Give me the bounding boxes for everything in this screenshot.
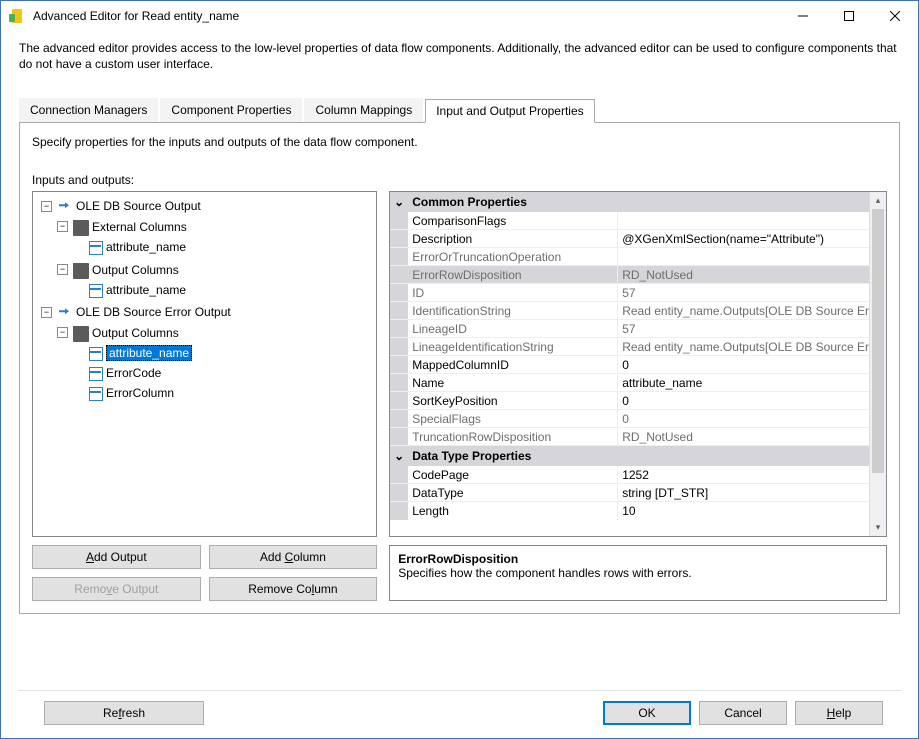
property-help-text: Specifies how the component handles rows… — [398, 566, 878, 580]
tree-node-output-columns[interactable]: − Output Columns — [55, 322, 374, 343]
property-grid[interactable]: ⌄ Common Properties ComparisonFlags Desc… — [389, 191, 887, 537]
tree-label: OLE DB Source Output — [76, 199, 201, 213]
minimize-button[interactable] — [780, 1, 826, 31]
tree-label: OLE DB Source Error Output — [76, 305, 231, 319]
prop-row[interactable]: CodePage1252 — [390, 466, 869, 484]
prop-row[interactable]: Length10 — [390, 502, 869, 520]
tree-label: ErrorColumn — [106, 386, 174, 400]
tree-label: ErrorCode — [106, 366, 161, 380]
tab-input-output-properties[interactable]: Input and Output Properties — [425, 99, 594, 123]
collapse-icon[interactable]: − — [57, 327, 68, 338]
scroll-thumb[interactable] — [872, 209, 884, 473]
add-column-button[interactable]: Add Column — [209, 545, 378, 569]
tab-subdescription: Specify properties for the inputs and ou… — [32, 133, 887, 167]
prop-row-selected[interactable]: ErrorRowDispositionRD_NotUsed — [390, 266, 869, 284]
refresh-button[interactable]: Refresh — [44, 701, 204, 725]
prop-row[interactable]: ComparisonFlags — [390, 212, 869, 230]
tab-column-mappings[interactable]: Column Mappings — [304, 98, 423, 122]
output-icon — [57, 304, 73, 320]
prop-row[interactable]: MappedColumnID0 — [390, 356, 869, 374]
tree-label: attribute_name — [106, 283, 186, 297]
prop-row[interactable]: Nameattribute_name — [390, 374, 869, 392]
column-icon — [87, 282, 103, 298]
prop-row: LineageIdentificationStringRead entity_n… — [390, 338, 869, 356]
titlebar: Advanced Editor for Read entity_name — [1, 1, 918, 31]
dialog-footer: Refresh OK Cancel Help — [18, 690, 901, 739]
dialog-description: The advanced editor provides access to t… — [1, 31, 918, 90]
prop-row: TruncationRowDispositionRD_NotUsed — [390, 428, 869, 446]
tree-node-source-output[interactable]: − OLE DB Source Output — [39, 197, 374, 215]
tab-component-properties[interactable]: Component Properties — [160, 98, 302, 122]
tree-node-column[interactable]: ErrorColumn — [71, 384, 374, 402]
app-icon — [9, 8, 25, 24]
inputs-outputs-label: Inputs and outputs: — [32, 167, 887, 187]
maximize-button[interactable] — [826, 1, 872, 31]
prop-row[interactable]: Description@XGenXmlSection(name="Attribu… — [390, 230, 869, 248]
collapse-icon[interactable]: − — [41, 201, 52, 212]
folder-icon — [73, 326, 89, 342]
collapse-icon[interactable]: − — [57, 264, 68, 275]
add-output-button[interactable]: Add Output — [32, 545, 201, 569]
tab-connection-managers[interactable]: Connection Managers — [19, 98, 158, 122]
column-icon — [87, 385, 103, 401]
remove-column-button[interactable]: Remove Column — [209, 577, 378, 601]
tree-label: Output Columns — [92, 263, 179, 277]
tree-view[interactable]: − OLE DB Source Output − External Column… — [32, 191, 377, 537]
tree-node-column[interactable]: attribute_name — [71, 281, 374, 299]
tree-node-external-columns[interactable]: − External Columns — [55, 216, 374, 237]
tree-label: attribute_name — [106, 345, 192, 361]
property-grid-scrollbar[interactable]: ▴ ▾ — [869, 192, 886, 536]
tree-label: External Columns — [92, 220, 187, 234]
prop-row: LineageID57 — [390, 320, 869, 338]
tree-node-column-selected[interactable]: attribute_name — [71, 344, 374, 362]
tree-node-column[interactable]: attribute_name — [71, 238, 374, 256]
remove-output-button: Remove Output — [32, 577, 201, 601]
folder-icon — [73, 263, 89, 279]
category-datatype-properties[interactable]: ⌄ Data Type Properties — [390, 446, 869, 466]
property-help-box: ErrorRowDisposition Specifies how the co… — [389, 545, 887, 601]
chevron-down-icon[interactable]: ⌄ — [390, 446, 408, 466]
ok-button[interactable]: OK — [603, 701, 691, 725]
tabstrip: Connection Managers Component Properties… — [1, 98, 918, 122]
cancel-button[interactable]: Cancel — [699, 701, 787, 725]
column-icon — [87, 239, 103, 255]
category-common-properties[interactable]: ⌄ Common Properties — [390, 192, 869, 212]
tab-content: Specify properties for the inputs and ou… — [19, 122, 900, 614]
prop-row[interactable]: DataTypestring [DT_STR] — [390, 484, 869, 502]
tree-node-column[interactable]: ErrorCode — [71, 364, 374, 382]
prop-row: IdentificationStringRead entity_name.Out… — [390, 302, 869, 320]
window-title: Advanced Editor for Read entity_name — [33, 9, 239, 23]
chevron-down-icon[interactable]: ⌄ — [390, 192, 408, 212]
collapse-icon[interactable]: − — [41, 307, 52, 318]
folder-icon — [73, 220, 89, 236]
tree-label: Output Columns — [92, 326, 179, 340]
tree-node-source-error-output[interactable]: − OLE DB Source Error Output — [39, 303, 374, 321]
column-icon — [87, 345, 103, 361]
prop-row: SpecialFlags0 — [390, 410, 869, 428]
collapse-icon[interactable]: − — [57, 221, 68, 232]
prop-row: ErrorOrTruncationOperation — [390, 248, 869, 266]
scroll-up-icon[interactable]: ▴ — [870, 192, 886, 209]
close-button[interactable] — [872, 1, 918, 31]
column-icon — [87, 365, 103, 381]
help-button[interactable]: Help — [795, 701, 883, 725]
scroll-down-icon[interactable]: ▾ — [870, 519, 886, 536]
tree-node-output-columns[interactable]: − Output Columns — [55, 259, 374, 280]
property-help-title: ErrorRowDisposition — [398, 552, 878, 566]
output-icon — [57, 198, 73, 214]
prop-row: ID57 — [390, 284, 869, 302]
prop-row[interactable]: SortKeyPosition0 — [390, 392, 869, 410]
tree-label: attribute_name — [106, 240, 186, 254]
